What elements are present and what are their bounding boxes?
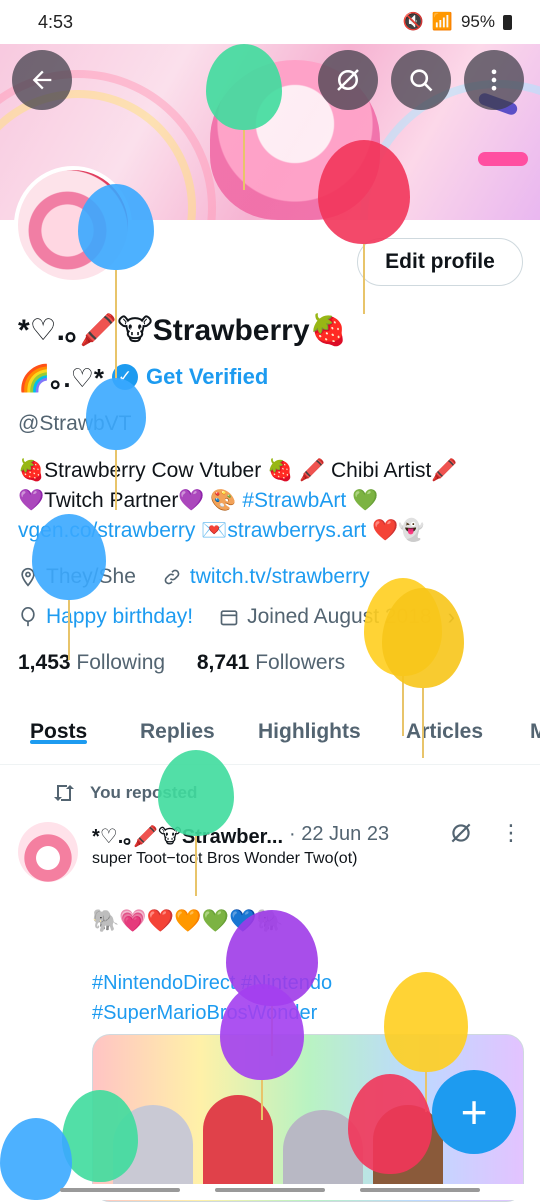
- repost-label: You reposted: [90, 783, 198, 802]
- repost-indicator: You reposted: [52, 782, 197, 804]
- bio-text: 💚: [346, 489, 379, 512]
- compose-button[interactable]: +: [432, 1070, 516, 1154]
- tab-articles[interactable]: Articles: [406, 706, 483, 744]
- back-button[interactable]: [12, 50, 72, 110]
- more-button[interactable]: [464, 50, 524, 110]
- name-suffix: 🌈｡.♡*: [18, 363, 105, 393]
- nav-indicator[interactable]: [60, 1188, 180, 1192]
- bio-text: ❤️👻: [366, 519, 425, 542]
- repost-icon: [54, 785, 74, 801]
- chevron-right-icon[interactable]: ›: [448, 604, 455, 630]
- wifi-icon: 📶: [431, 12, 453, 31]
- bio-line-1: 🍓Strawberry Cow Vtuber 🍓 🖍️ Chibi Artist…: [18, 459, 458, 482]
- tab-replies[interactable]: Replies: [140, 706, 215, 744]
- eye-slash-icon: [337, 69, 359, 91]
- display-name: *♡.｡🖍️🐮Strawberry🍓: [18, 314, 347, 347]
- tweet-more-icon[interactable]: ⋮: [500, 820, 522, 846]
- bio-text: 💜Twitch Partner💜 🎨: [18, 489, 243, 512]
- tweet-header: *♡.｡🖍️🐮Strawber... · 22 Jun 23: [92, 820, 389, 849]
- edit-profile-button[interactable]: Edit profile: [357, 238, 523, 286]
- profile-tabs: Posts Replies Highlights Articles M: [0, 706, 540, 765]
- eye-slash-icon[interactable]: [448, 820, 474, 846]
- battery-icon: [503, 14, 512, 30]
- tab-media[interactable]: M: [530, 706, 540, 744]
- location-pin-icon: [21, 567, 35, 587]
- status-time: 4:53: [38, 12, 74, 32]
- verified-badge-icon[interactable]: ✓: [112, 363, 139, 390]
- follow-stats: 1,453 Following 8,741 Followers: [18, 651, 345, 675]
- link-icon: [164, 569, 180, 585]
- tab-highlights[interactable]: Highlights: [258, 706, 361, 744]
- vgen-link[interactable]: vgen.co/strawberry: [18, 519, 195, 542]
- tweet-date[interactable]: · 22 Jun 23: [289, 823, 389, 846]
- balloon-decoration: [382, 588, 464, 758]
- search-icon: [410, 69, 433, 92]
- calendar-icon: [220, 610, 238, 626]
- nav-indicator[interactable]: [215, 1188, 325, 1192]
- tweet-hashtags: #NintendoDirect #Nintendo #SuperMarioBro…: [92, 968, 332, 1028]
- battery-text: 95%: [460, 12, 495, 31]
- followers-link[interactable]: 8,741 Followers: [197, 651, 345, 674]
- profile-meta-row-2: Happy birthday! Joined August 2018 ›: [18, 604, 455, 630]
- birthday-text: Happy birthday!: [46, 605, 194, 628]
- tab-posts[interactable]: Posts: [30, 706, 88, 744]
- arrow-left-icon: [32, 70, 52, 90]
- user-handle: @StrawbVT: [18, 412, 132, 435]
- website-link[interactable]: strawberrys.art: [227, 519, 366, 542]
- tweet-author[interactable]: *♡.｡🖍️🐮Strawber...: [92, 820, 283, 849]
- hashtag-link[interactable]: #Nintendo: [241, 972, 332, 994]
- system-nav-bar: [0, 1184, 540, 1200]
- hashtag-link[interactable]: #SuperMarioBrosWonder: [92, 1002, 317, 1024]
- profile-bio: 🍓Strawberry Cow Vtuber 🍓 🖍️ Chibi Artist…: [18, 456, 518, 546]
- profile-avatar[interactable]: [14, 166, 132, 284]
- search-button[interactable]: [391, 50, 451, 110]
- profile-meta-row-1: They/She twitch.tv/strawberry: [18, 565, 370, 589]
- tweet-text: super Toot−toot Bros Wonder Two(ot): [92, 850, 358, 867]
- hashtag-link[interactable]: #NintendoDirect: [92, 972, 235, 994]
- status-icons: 🔇 📶 95%: [403, 12, 512, 32]
- pronouns: They/She: [46, 565, 136, 588]
- bio-text: 💌: [195, 519, 228, 542]
- tweet-emojis: 🐘💗❤️🧡💚💙🐘: [92, 908, 284, 933]
- balloon-icon: [21, 607, 35, 627]
- joined-date: Joined August 2018: [247, 605, 432, 628]
- following-link[interactable]: 1,453 Following: [18, 651, 165, 674]
- nav-indicator[interactable]: [360, 1188, 480, 1192]
- status-bar: 4:53 🔇 📶 95%: [0, 0, 540, 44]
- hashtag-link[interactable]: #StrawbArt: [242, 489, 346, 512]
- more-vertical-icon: [491, 69, 497, 91]
- mute-icon: 🔇: [402, 12, 424, 31]
- hidden-replies-button[interactable]: [318, 50, 378, 110]
- twitch-link[interactable]: twitch.tv/strawberry: [190, 565, 370, 589]
- get-verified-link[interactable]: Get Verified: [146, 364, 268, 390]
- bio-line-2: 💜Twitch Partner💜 🎨 #StrawbArt 💚 vgen.co/s…: [18, 486, 518, 546]
- name-line-2: 🌈｡.♡* ✓ Get Verified: [18, 358, 268, 395]
- tweet-avatar[interactable]: [18, 822, 78, 882]
